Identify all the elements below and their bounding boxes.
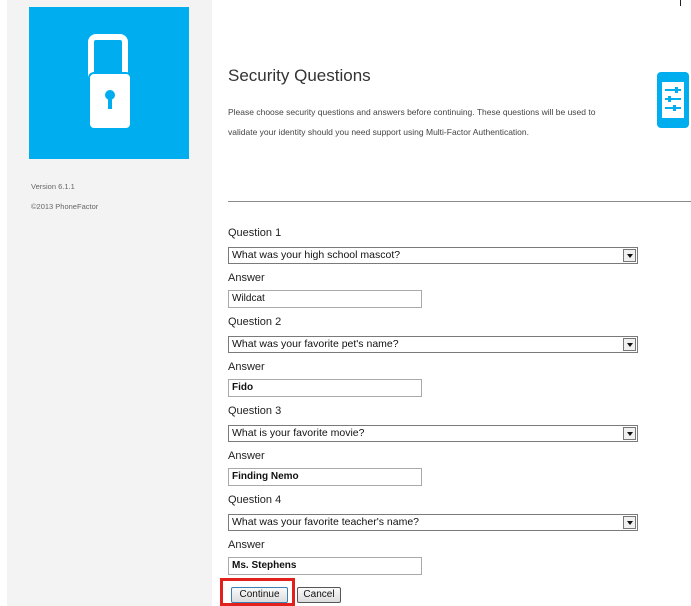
cancel-button[interactable]: Cancel: [297, 587, 341, 603]
question-3-select[interactable]: What is your favorite movie?: [228, 425, 638, 442]
chevron-down-icon[interactable]: [623, 516, 636, 529]
page-title: Security Questions: [228, 66, 371, 85]
copyright-text: ©2013 PhoneFactor: [31, 202, 99, 211]
chevron-down-icon[interactable]: [623, 249, 636, 262]
answer-4-label: Answer: [228, 539, 265, 551]
section-divider: [228, 201, 691, 202]
continue-button[interactable]: Continue: [231, 587, 288, 603]
question-4-label: Question 4: [228, 494, 282, 506]
intro-text: Please choose security questions and ans…: [228, 107, 596, 137]
answer-3-input[interactable]: Finding Nemo: [228, 468, 422, 486]
chevron-down-icon[interactable]: [623, 338, 636, 351]
question-1-label: Question 1: [228, 227, 282, 239]
answer-3-label: Answer: [228, 450, 265, 462]
answer-1-input[interactable]: Wildcat: [228, 290, 422, 308]
question-1-select[interactable]: What was your high school mascot?: [228, 247, 638, 264]
version-text: Version 6.1.1: [31, 182, 75, 191]
question-1-selected: What was your high school mascot?: [232, 249, 401, 261]
question-4-select[interactable]: What was your favorite teacher's name?: [228, 514, 638, 531]
question-4-selected: What was your favorite teacher's name?: [232, 516, 420, 528]
question-3-label: Question 3: [228, 405, 282, 417]
question-2-selected: What was your favorite pet's name?: [232, 338, 399, 350]
question-3-selected: What is your favorite movie?: [232, 427, 365, 439]
window-edge-mark: [680, 0, 681, 6]
chevron-down-icon[interactable]: [623, 427, 636, 440]
answer-4-input[interactable]: Ms. Stephens: [228, 557, 422, 575]
sidebar: Version 6.1.1 ©2013 PhoneFactor: [7, 0, 212, 606]
answer-1-label: Answer: [228, 272, 265, 284]
question-2-select[interactable]: What was your favorite pet's name?: [228, 336, 638, 353]
answer-2-input[interactable]: Fido: [228, 379, 422, 397]
settings-sliders-icon: [655, 70, 691, 135]
question-2-label: Question 2: [228, 316, 282, 328]
answer-2-label: Answer: [228, 361, 265, 373]
phone-lock-icon: [29, 7, 189, 159]
